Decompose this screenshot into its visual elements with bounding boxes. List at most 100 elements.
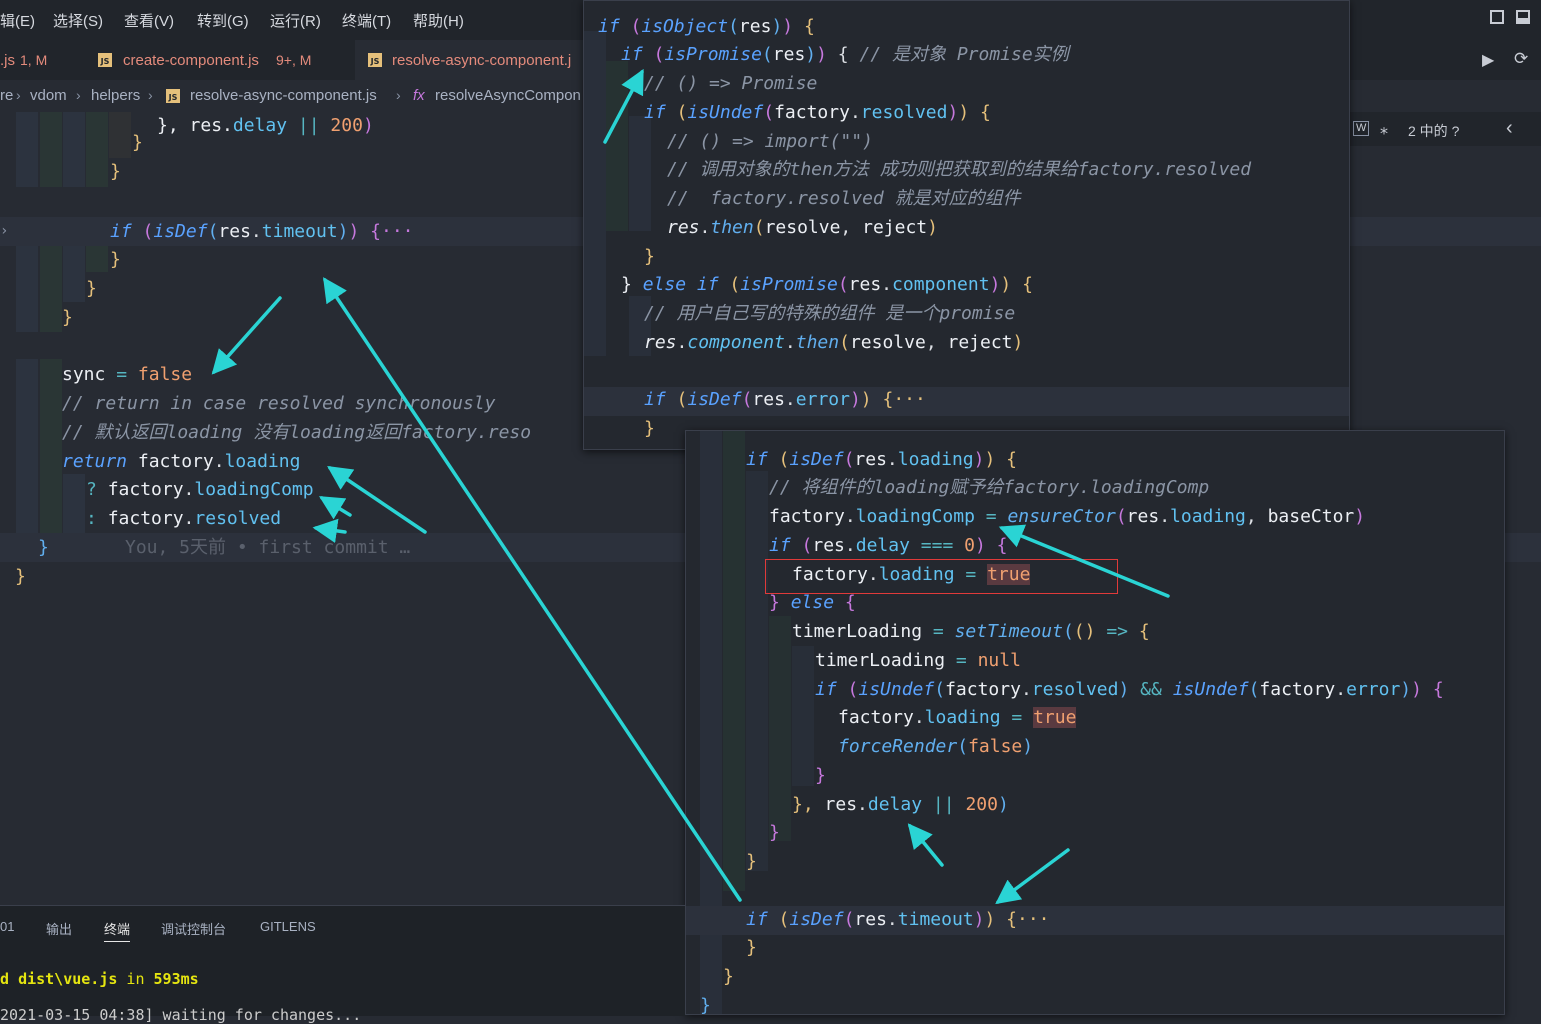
js-file-icon: JS bbox=[98, 53, 112, 67]
tab-resolve-async-component[interactable]: JS resolve-async-component.j bbox=[355, 40, 585, 80]
terminal-output: 2021-03-15 04:38] waiting for changes... bbox=[0, 1006, 362, 1024]
code-line: }, res.delay || 200) bbox=[792, 794, 1009, 815]
annotation-highlight-box bbox=[765, 559, 1118, 594]
menu-edit[interactable]: 辑(E) bbox=[0, 10, 35, 31]
indent-guide bbox=[63, 112, 85, 187]
code-line: ? factory.loadingComp bbox=[86, 479, 314, 500]
indent-guide bbox=[746, 471, 768, 871]
code-line: if (isDef(res.loading)) { bbox=[746, 449, 1017, 470]
match-whole-word-icon[interactable]: W bbox=[1353, 121, 1370, 136]
tab-label: resolve-async-component.j bbox=[392, 52, 572, 69]
code-line: : factory.resolved bbox=[86, 508, 282, 529]
breadcrumb-item[interactable]: helpers bbox=[91, 87, 140, 104]
code-line: res.then(resolve, reject) bbox=[667, 217, 938, 238]
code-line: factory.loadingComp = ensureCtor(res.loa… bbox=[769, 506, 1366, 527]
indent-guide bbox=[40, 112, 62, 187]
indent-guide bbox=[63, 474, 85, 534]
code-comment: // 用户自己写的特殊的组件 是一个promise bbox=[644, 303, 1016, 324]
chevron-right-icon: › bbox=[396, 87, 401, 103]
breadcrumb-item[interactable]: resolve-async-component.js bbox=[190, 87, 377, 104]
indent-guide bbox=[16, 359, 38, 549]
menu-go[interactable]: 转到(G) bbox=[197, 10, 249, 31]
code-line: } bbox=[62, 307, 73, 328]
tab-gitlens[interactable]: GITLENS bbox=[260, 919, 316, 934]
toggle-sidebar-icon[interactable] bbox=[1490, 10, 1504, 24]
menu-terminal[interactable]: 终端(T) bbox=[342, 10, 391, 31]
indent-guide bbox=[16, 112, 38, 187]
find-result-count: 2 中的 ? bbox=[1408, 123, 1460, 139]
indent-guide bbox=[723, 431, 745, 891]
code-line: factory.loading = true bbox=[838, 707, 1077, 728]
code-line: if (isDef(res.timeout)) {··· bbox=[110, 221, 414, 242]
code-line: } bbox=[38, 537, 49, 558]
chevron-right-icon: › bbox=[16, 87, 21, 103]
code-line: res.component.then(resolve, reject) bbox=[644, 332, 1024, 353]
code-line: if (isUndef(factory.resolved) && isUndef… bbox=[815, 679, 1444, 700]
code-line: return factory.loading bbox=[62, 451, 301, 472]
indent-guide bbox=[606, 61, 628, 231]
code-line: if (isPromise(res)) { // 是对象 Promise实例 bbox=[621, 44, 1069, 65]
code-comment: // return in case resolved synchronously bbox=[62, 393, 496, 414]
tab-terminal[interactable]: 终端 bbox=[104, 919, 131, 942]
code-line: } bbox=[700, 995, 711, 1015]
code-line: } bbox=[644, 246, 655, 267]
toggle-panel-icon[interactable] bbox=[1516, 10, 1530, 24]
tab-label: .js bbox=[0, 52, 15, 69]
terminal-output: d dist\vue.js in 593ms bbox=[0, 970, 199, 988]
code-line: } bbox=[746, 937, 757, 958]
refresh-icon[interactable]: ⟳ bbox=[1514, 49, 1528, 69]
code-line: } bbox=[644, 418, 655, 439]
code-comment: // () => Promise bbox=[644, 73, 818, 94]
code-line: } bbox=[86, 278, 97, 299]
peek-definition-popup-top: if (isObject(res)) { if (isPromise(res))… bbox=[583, 0, 1350, 450]
indent-guide bbox=[769, 616, 791, 841]
breadcrumb-item[interactable]: re bbox=[0, 87, 13, 104]
menu-selection[interactable]: 选择(S) bbox=[53, 10, 103, 31]
code-comment: // 默认返回loading 没有loading返回factory.reso bbox=[62, 422, 532, 443]
code-line: } bbox=[769, 822, 780, 843]
code-line: }, res.delay || 200) bbox=[157, 115, 374, 136]
code-line: if (isDef(res.error)) {··· bbox=[644, 389, 926, 410]
indent-guide bbox=[792, 646, 814, 786]
code-line: } bbox=[110, 161, 121, 182]
code-comment: // 将组件的loading赋予给factory.loadingComp bbox=[769, 477, 1210, 498]
menu-view[interactable]: 查看(V) bbox=[124, 10, 174, 31]
code-comment: // factory.resolved 就是对应的组件 bbox=[667, 188, 1021, 209]
code-line: timerLoading = setTimeout(() => { bbox=[792, 621, 1150, 642]
code-line: forceRender(false) bbox=[838, 736, 1034, 757]
chevron-left-icon[interactable]: ‹ bbox=[1506, 117, 1513, 140]
indent-guide bbox=[584, 31, 606, 356]
code-line: sync = false bbox=[62, 364, 193, 385]
code-line: timerLoading = null bbox=[815, 650, 1021, 671]
tab-output[interactable]: 输出 bbox=[46, 919, 72, 938]
code-comment: // 调用对象的then方法 成功则把获取到的结果给factory.resolv… bbox=[667, 159, 1252, 180]
menu-help[interactable]: 帮助(H) bbox=[413, 10, 464, 31]
git-blame-annotation: You, 5天前 • first commit … bbox=[125, 537, 411, 558]
tab-problems[interactable]: 01 bbox=[0, 919, 14, 934]
tab-label: create-component.js bbox=[123, 52, 259, 69]
breadcrumb-item[interactable]: resolveAsyncCompon bbox=[435, 87, 581, 104]
code-line: } bbox=[815, 765, 826, 786]
breadcrumb: re › vdom › helpers › JS resolve-async-c… bbox=[0, 80, 600, 112]
menu-run[interactable]: 运行(R) bbox=[270, 10, 321, 31]
code-line: } else if (isPromise(res.component)) { bbox=[621, 274, 1033, 295]
fold-chevron-icon[interactable]: › bbox=[0, 217, 8, 245]
chevron-right-icon: › bbox=[148, 87, 153, 103]
breadcrumb-item[interactable]: vdom bbox=[30, 87, 67, 104]
bottom-panel: 01 输出 终端 调试控制台 GITLENS d dist\vue.js in … bbox=[0, 905, 685, 1024]
function-icon: fx bbox=[413, 87, 425, 104]
run-icon[interactable]: ▶ bbox=[1482, 50, 1494, 70]
tab-js[interactable]: .js 1, M bbox=[0, 40, 80, 80]
js-file-icon: JS bbox=[368, 53, 382, 67]
indent-guide bbox=[629, 116, 651, 231]
tab-create-component[interactable]: JS create-component.js 9+, M bbox=[90, 40, 340, 80]
tab-debug-console[interactable]: 调试控制台 bbox=[161, 919, 226, 938]
code-line: } bbox=[110, 249, 121, 270]
tab-status: 1, M bbox=[20, 52, 48, 68]
peek-definition-popup-bottom: if (isDef(res.loading)) { // 将组件的loading… bbox=[685, 430, 1505, 1015]
code-line: } bbox=[746, 851, 757, 872]
chevron-right-icon: › bbox=[76, 87, 81, 103]
regex-icon[interactable]: ⁎ bbox=[1380, 119, 1388, 139]
indent-guide bbox=[86, 112, 108, 187]
code-line: } bbox=[132, 132, 143, 153]
